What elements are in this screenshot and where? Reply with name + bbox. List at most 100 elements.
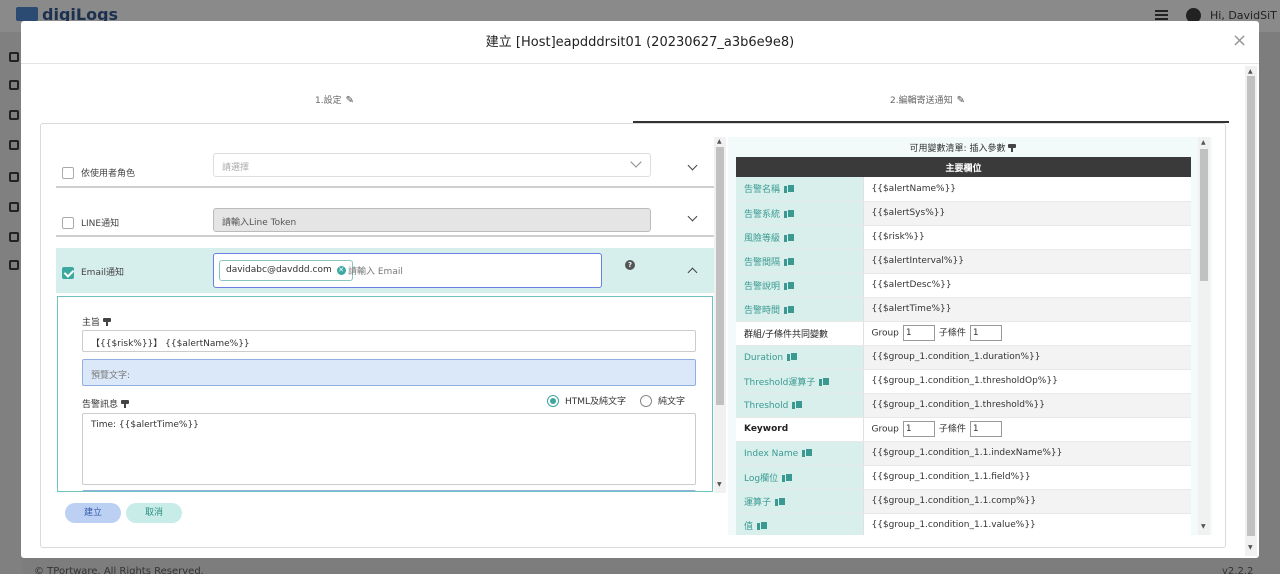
help-icon[interactable]: ? (625, 260, 635, 270)
chevron-down-icon (630, 156, 642, 168)
email-collapse-chevron-icon[interactable] (687, 267, 698, 278)
table-row: 風險等級 {{$risk%}} (736, 225, 1191, 250)
left-scroll-thumb[interactable] (716, 147, 724, 405)
variable-key[interactable]: 運算子 (736, 489, 864, 514)
sidebar-users-icon[interactable] (9, 52, 19, 62)
group-input[interactable]: 1 (902, 421, 935, 437)
step-settings[interactable]: 1.設定 ✎ (315, 93, 354, 106)
variables-scrollbar[interactable]: ▲ ▼ (1198, 137, 1210, 535)
line-expand-chevron-icon[interactable] (687, 211, 698, 222)
scroll-down-icon[interactable]: ▼ (1248, 544, 1253, 551)
cancel-button[interactable]: 取消 (126, 503, 182, 523)
variable-key[interactable]: 告警名稱 (736, 177, 864, 202)
scroll-up-icon[interactable]: ▲ (1201, 139, 1206, 146)
copy-icon[interactable] (819, 376, 831, 386)
variable-key[interactable]: 告警系統 (736, 201, 864, 226)
role-label: 依使用者角色 (81, 169, 136, 179)
remove-tag-icon[interactable]: ✕ (336, 266, 346, 275)
create-button[interactable]: 建立 (65, 503, 121, 523)
paint-brush-icon[interactable] (121, 400, 130, 408)
email-input-placeholder[interactable]: 請輸入 Email (348, 264, 403, 277)
variable-key[interactable]: 值 (736, 513, 864, 535)
sidebar-chart-icon[interactable] (9, 172, 19, 182)
variables-scroll-thumb[interactable] (1200, 149, 1208, 281)
line-token-input[interactable]: 請輸入Line Token (213, 208, 651, 232)
variable-key[interactable]: Threshold (736, 393, 864, 418)
role-expand-chevron-icon[interactable] (687, 160, 698, 171)
scroll-up-icon[interactable]: ▲ (717, 138, 722, 145)
sidebar-settings-icon[interactable] (9, 260, 19, 270)
variable-key[interactable]: 告警間隔 (736, 249, 864, 274)
paint-brush-icon[interactable] (1008, 144, 1017, 152)
subject-label: 主旨 (82, 315, 112, 328)
variable-key[interactable]: 風險等級 (736, 225, 864, 250)
copy-icon[interactable] (784, 208, 796, 218)
dialog-scrollbar[interactable]: ▲ ▼ (1245, 66, 1257, 556)
left-panel-scrollbar[interactable]: ▲ ▼ (714, 137, 726, 493)
message-textarea[interactable]: Time: {{$alertTime%}} (82, 413, 696, 485)
copy-icon[interactable] (802, 447, 814, 457)
variable-value: {{$group_1.condition_1.1.comp%}} (863, 489, 1191, 514)
copy-icon[interactable] (782, 472, 794, 482)
role-checkbox[interactable] (62, 167, 74, 179)
email-notification-row: Email通知 davidabc@davddd.com ✕ 請輸入 Email ? (56, 248, 714, 293)
sidebar-list-icon[interactable] (9, 110, 19, 120)
paint-brush-icon[interactable] (103, 318, 112, 326)
variable-key[interactable]: 告警時間 (736, 297, 864, 322)
variable-key[interactable]: Index Name (736, 441, 864, 466)
variable-key[interactable]: Threshold運算子 (736, 369, 864, 394)
copy-icon[interactable] (784, 232, 796, 242)
copy-icon[interactable] (784, 184, 796, 194)
close-icon[interactable]: × (1232, 30, 1247, 51)
sidebar-search-icon[interactable] (9, 140, 19, 150)
variable-key[interactable]: Log欄位 (736, 465, 864, 490)
sub-condition-input[interactable]: 1 (969, 421, 1002, 437)
scroll-up-icon[interactable]: ▲ (1248, 68, 1253, 75)
line-checkbox[interactable] (62, 217, 74, 229)
variable-value: {{$alertName%}} (863, 177, 1191, 202)
copy-icon[interactable] (787, 351, 799, 361)
scroll-down-icon[interactable]: ▼ (1201, 523, 1206, 530)
variable-key-text: Log欄位 (744, 473, 779, 484)
radio-html-dot[interactable] (547, 395, 559, 407)
copy-icon[interactable] (792, 399, 804, 409)
logo-mark-icon (16, 7, 38, 21)
copy-icon[interactable] (784, 256, 796, 266)
radio-plain-dot[interactable] (640, 395, 652, 407)
insert-params-label[interactable]: 插入參數 (969, 144, 1005, 154)
radio-html[interactable]: HTML及純文字 (547, 394, 626, 407)
table-row: Log欄位 {{$group_1.condition_1.1.field%}} (736, 465, 1191, 490)
email-recipients-input[interactable]: davidabc@davddd.com ✕ 請輸入 Email (213, 253, 602, 288)
sidebar-sum-icon[interactable] (9, 232, 19, 242)
copy-icon[interactable] (784, 280, 796, 290)
variable-key: Keyword (736, 417, 864, 442)
copy-icon[interactable] (775, 496, 787, 506)
copy-icon[interactable] (784, 304, 796, 314)
variable-key-text: 告警說明 (744, 281, 781, 292)
step-edit-notification-label: 2.編輯寄送通知 (890, 96, 953, 106)
radio-plain[interactable]: 純文字 (640, 394, 685, 407)
sidebar-dashboard-icon[interactable] (9, 80, 19, 90)
variable-value: Group 1 子條件 1 (863, 417, 1191, 442)
variable-key-text: 告警時間 (744, 305, 781, 316)
step-edit-notification[interactable]: 2.編輯寄送通知 ✎ (890, 93, 965, 106)
variable-value: {{$group_1.condition_1.thresholdOp%}} (863, 369, 1191, 394)
copy-icon[interactable] (757, 520, 769, 530)
scroll-down-icon[interactable]: ▼ (717, 481, 722, 488)
hamburger-menu-icon[interactable] (1155, 10, 1168, 20)
variable-key[interactable]: Duration (736, 345, 864, 370)
variable-key-text: Threshold運算子 (744, 377, 816, 388)
subject-input[interactable]: 【{{$risk%}}】 {{$alertName%}} (82, 330, 696, 352)
role-select[interactable]: 請選擇 (213, 153, 651, 177)
sidebar-report-icon[interactable] (9, 202, 19, 212)
variable-key[interactable]: 告警說明 (736, 273, 864, 298)
dialog-scroll-thumb[interactable] (1247, 76, 1255, 536)
variable-key-text: Duration (744, 352, 784, 363)
email-checkbox[interactable] (62, 267, 74, 279)
sub-condition-label: 子條件 (938, 328, 966, 339)
table-row: 告警間隔 {{$alertInterval%}} (736, 249, 1191, 274)
group-input[interactable]: 1 (902, 325, 935, 341)
group-label: Group (871, 424, 899, 435)
sub-condition-input[interactable]: 1 (969, 325, 1002, 341)
table-row: 運算子 {{$group_1.condition_1.1.comp%}} (736, 489, 1191, 514)
